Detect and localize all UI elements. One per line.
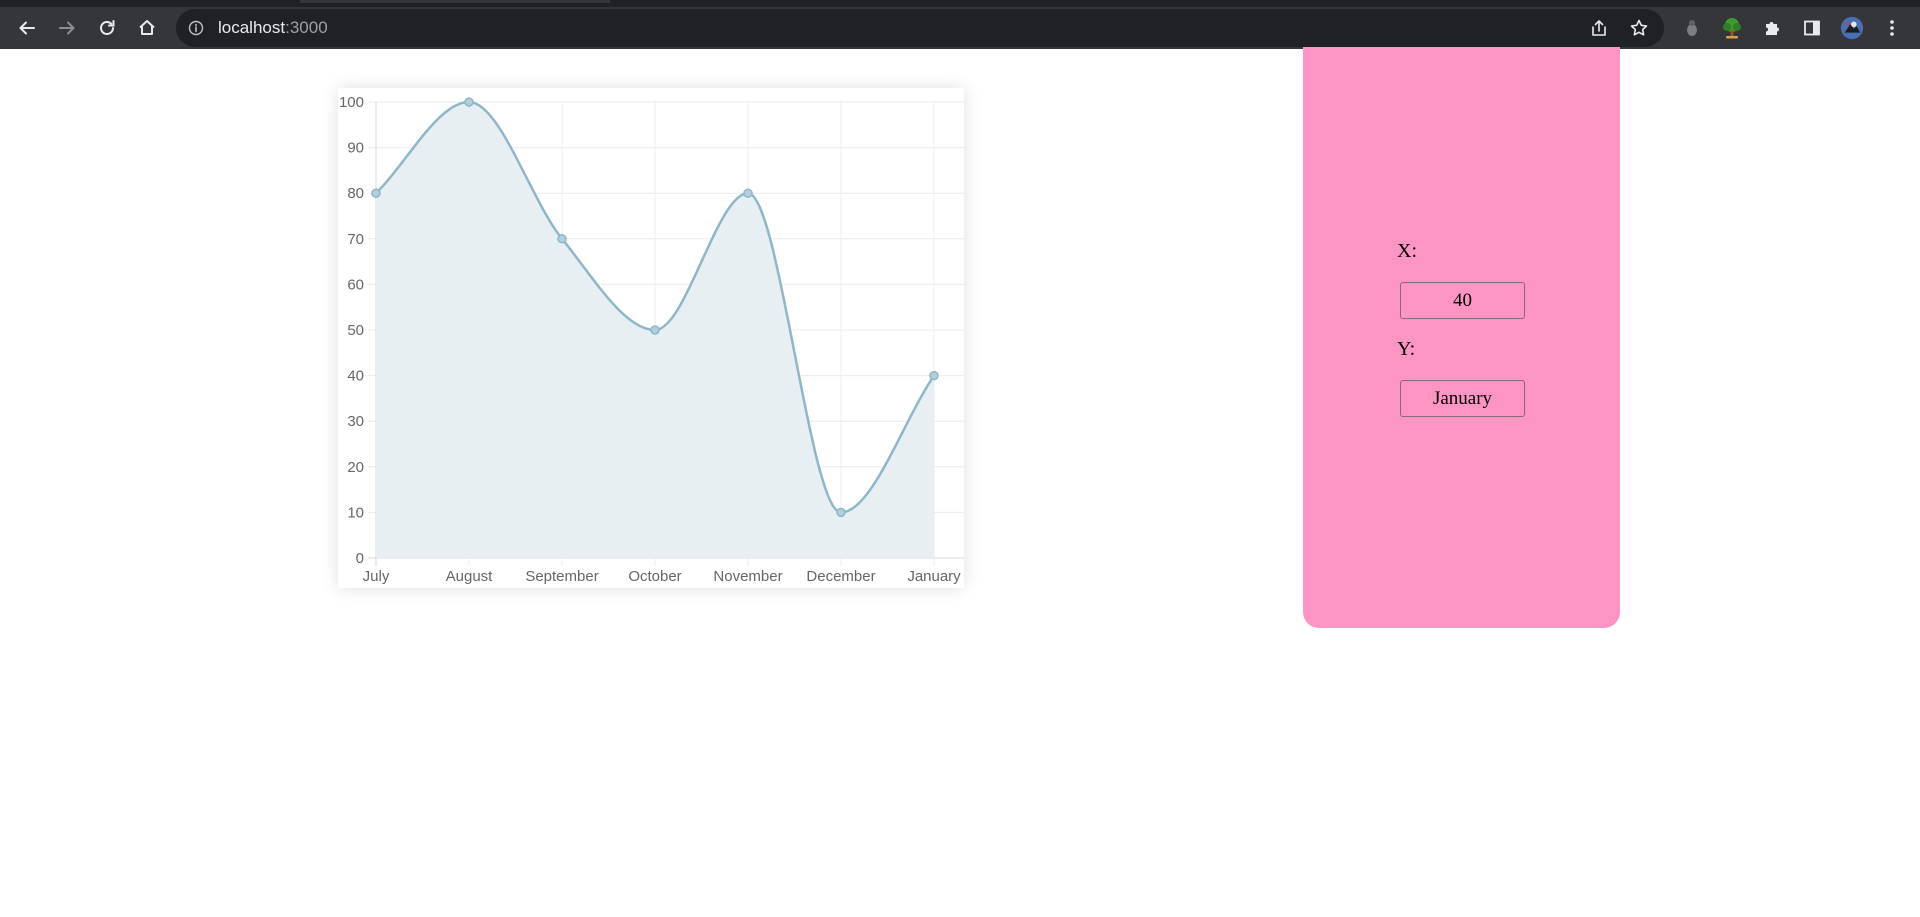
address-bar[interactable]: localhost:3000 <box>176 9 1664 47</box>
x-tick-label: August <box>446 568 494 585</box>
x-tick-label: December <box>806 568 875 585</box>
x-tick-label: November <box>713 568 782 585</box>
data-point[interactable] <box>836 507 846 518</box>
browser-menu-button[interactable] <box>1880 16 1904 40</box>
y-tick-label: 0 <box>356 550 364 567</box>
x-input[interactable] <box>1400 282 1525 319</box>
y-tick-label: 100 <box>339 94 364 111</box>
x-tick-label: September <box>525 568 598 585</box>
x-label: X: <box>1397 240 1417 262</box>
data-point[interactable] <box>743 188 753 198</box>
data-point[interactable] <box>650 325 660 335</box>
browser-tab-strip <box>0 0 1920 7</box>
x-tick-label: July <box>363 568 390 585</box>
data-point[interactable] <box>371 188 381 198</box>
star-icon[interactable] <box>1629 18 1649 38</box>
y-tick-label: 50 <box>347 322 364 339</box>
tree-icon <box>1723 18 1741 39</box>
share-icon[interactable] <box>1589 18 1609 38</box>
extension-icon-grey[interactable] <box>1680 16 1704 40</box>
extension-grey-icon <box>1687 20 1697 36</box>
avatar-icon <box>1840 16 1864 40</box>
data-point[interactable] <box>464 97 474 107</box>
reload-button[interactable] <box>93 14 121 42</box>
puzzle-icon <box>1766 22 1779 35</box>
y-tick-label: 30 <box>347 413 364 430</box>
y-input[interactable] <box>1400 380 1525 417</box>
extensions-button[interactable] <box>1760 16 1784 40</box>
y-tick-label: 10 <box>347 504 364 521</box>
x-tick-label: January <box>907 568 961 585</box>
home-button[interactable] <box>133 14 161 42</box>
coordinate-panel: X: Y: <box>1303 47 1620 628</box>
arrow-left-icon <box>19 21 35 35</box>
side-panel-button[interactable] <box>1800 16 1824 40</box>
y-tick-label: 80 <box>347 185 364 202</box>
url-host: localhost <box>218 18 286 37</box>
url-text[interactable]: localhost:3000 <box>218 18 328 38</box>
y-tick-label: 20 <box>347 459 364 476</box>
y-tick-label: 40 <box>347 368 364 385</box>
y-tick-label: 90 <box>347 140 364 157</box>
forward-button[interactable] <box>53 14 81 42</box>
url-port: :3000 <box>285 18 328 37</box>
kebab-menu-icon <box>1890 20 1894 36</box>
profile-avatar[interactable] <box>1840 16 1864 40</box>
browser-toolbar: localhost:3000 <box>0 7 1920 49</box>
data-point[interactable] <box>557 234 567 244</box>
x-tick-label: October <box>628 568 681 585</box>
line-chart-card: 0 10 20 30 40 50 60 70 80 90 100 July August Septembe… <box>338 88 964 588</box>
extension-icon-tree[interactable] <box>1720 16 1744 40</box>
browser-tab-edge <box>300 0 610 3</box>
y-tick-label: 70 <box>347 231 364 248</box>
y-tick-label: 60 <box>347 276 364 293</box>
y-label: Y: <box>1397 338 1416 360</box>
arrow-right-icon <box>59 21 75 35</box>
data-point[interactable] <box>929 370 939 381</box>
back-button[interactable] <box>13 14 41 42</box>
line-chart: 0 10 20 30 40 50 60 70 80 90 100 July August Septembe… <box>339 94 964 585</box>
info-icon[interactable] <box>188 20 204 36</box>
reload-icon <box>100 20 115 35</box>
home-icon <box>139 20 155 35</box>
side-panel-icon <box>1804 20 1820 36</box>
